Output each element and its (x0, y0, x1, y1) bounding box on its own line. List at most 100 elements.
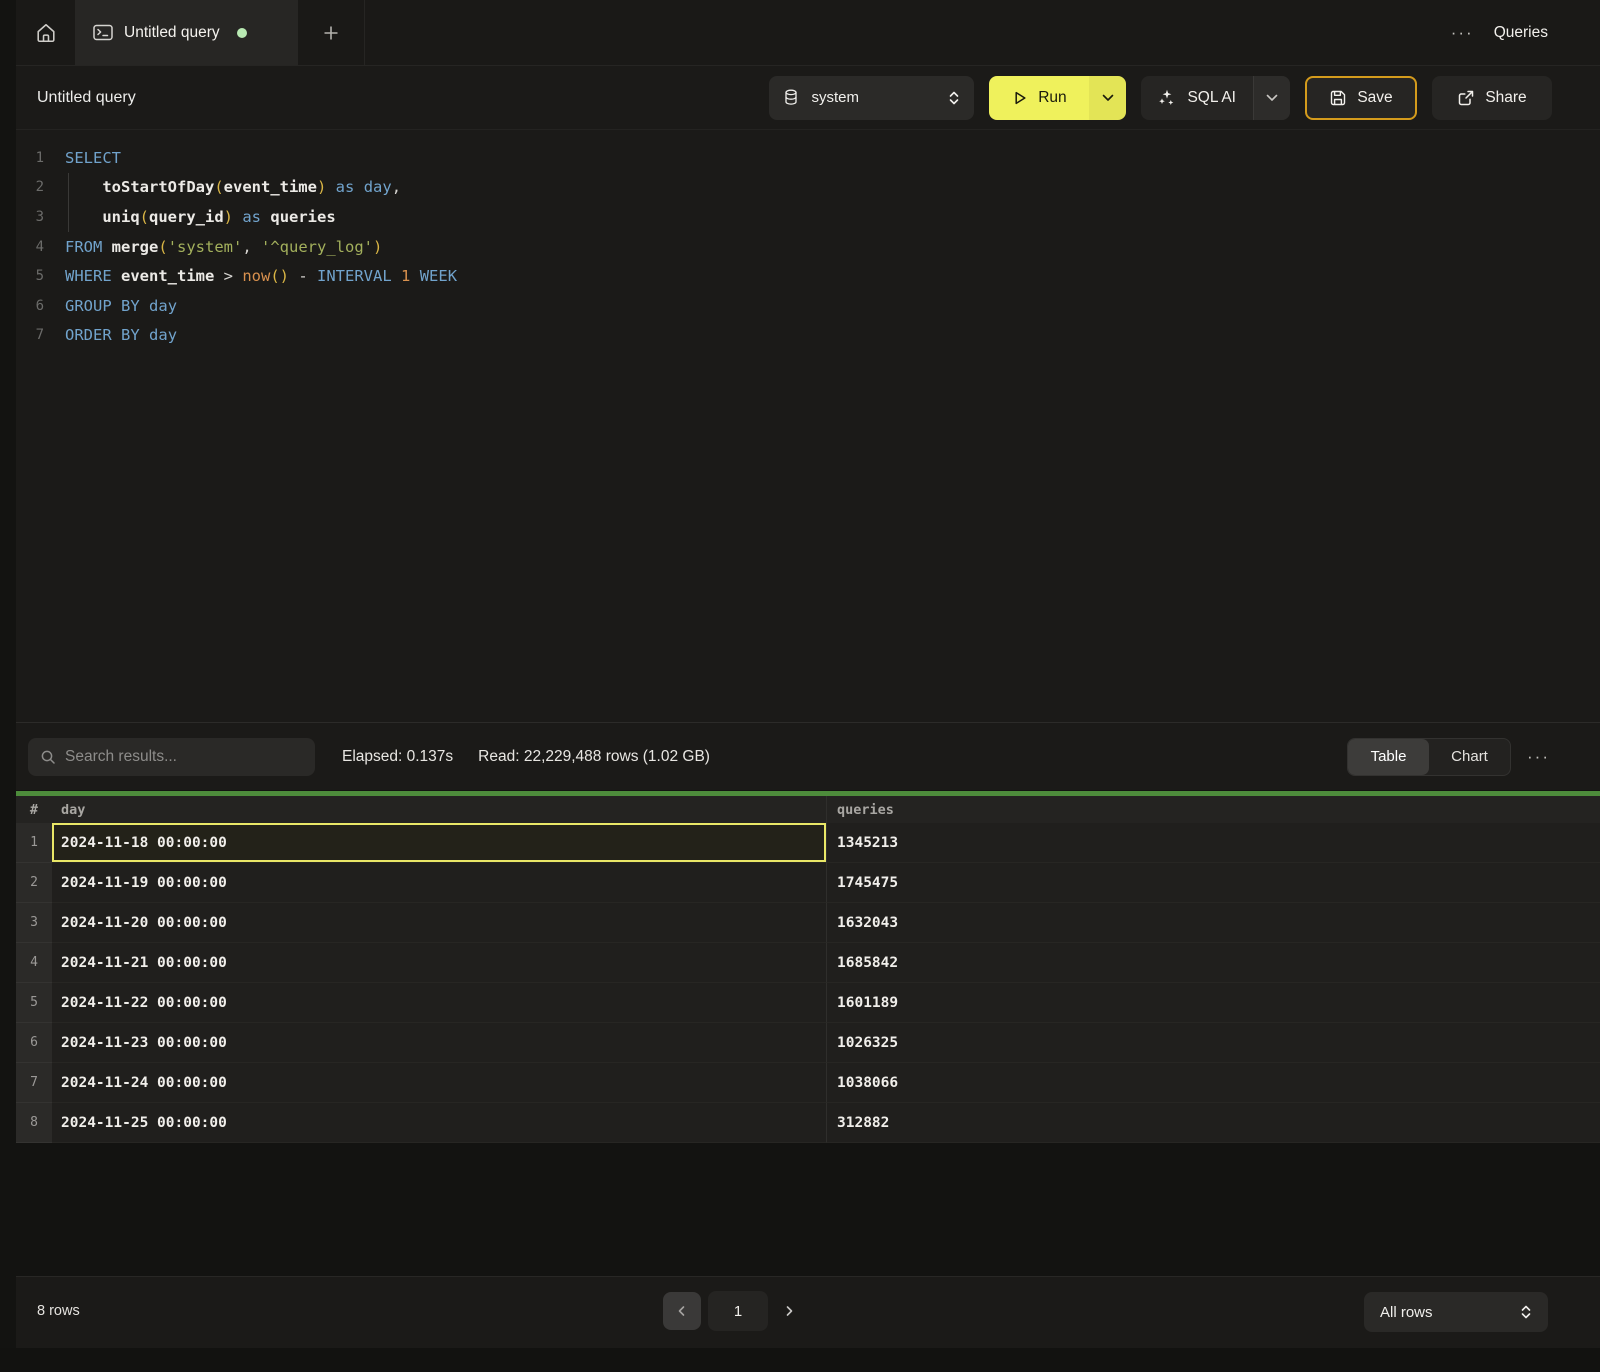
row-number[interactable]: 1 (16, 823, 52, 863)
code-line: 7 ORDER BY day (16, 321, 1600, 351)
sql-console-app: Untitled query ··· Queries Untitled quer… (0, 0, 1600, 1372)
table-row: 1 2024-11-18 00:00:00 1345213 (16, 823, 1600, 863)
sql-editor[interactable]: 1 SELECT 2 toStartOfDay(event_time) as d… (16, 130, 1600, 722)
sql-ai-button-label: SQL AI (1187, 89, 1236, 107)
line-number: 7 (16, 327, 44, 343)
cell-day[interactable]: 2024-11-23 00:00:00 (52, 1023, 826, 1063)
code-token: toStartOfDay (102, 178, 214, 196)
sql-ai-button-group: SQL AI (1141, 76, 1290, 120)
query-title: Untitled query (37, 89, 136, 107)
tab-untitled-query[interactable]: Untitled query (75, 0, 298, 65)
code-token: WEEK (420, 267, 457, 285)
code-token: FROM (65, 238, 102, 256)
table-header: # day queries (16, 796, 1600, 823)
row-number[interactable]: 7 (16, 1063, 52, 1103)
share-button-label: Share (1485, 89, 1526, 107)
share-icon (1457, 89, 1475, 107)
code-token: ( (140, 208, 149, 226)
run-button[interactable]: Run (989, 76, 1089, 120)
cell-queries[interactable]: 1685842 (826, 943, 1600, 983)
toolbar-actions: system Run (769, 76, 1552, 120)
cell-day[interactable]: 2024-11-22 00:00:00 (52, 983, 826, 1023)
code-token (112, 297, 121, 315)
column-header-index[interactable]: # (16, 802, 52, 818)
tab-bar-right: ··· Queries (1451, 0, 1600, 65)
code-token (102, 238, 111, 256)
code-token: > (214, 267, 242, 285)
search-results-input[interactable] (65, 748, 303, 766)
code-text: GROUP BY day (65, 297, 177, 315)
row-number[interactable]: 4 (16, 943, 52, 983)
cell-day[interactable]: 2024-11-24 00:00:00 (52, 1063, 826, 1103)
database-selector[interactable]: system (769, 76, 974, 120)
updown-chevron-icon (948, 90, 960, 106)
current-page-button[interactable]: 1 (708, 1291, 768, 1331)
code-token (354, 178, 363, 196)
row-number[interactable]: 6 (16, 1023, 52, 1063)
page-size-selector[interactable]: All rows (1364, 1292, 1548, 1332)
code-line: 4 FROM merge('system', '^query_log') (16, 232, 1600, 262)
home-button[interactable] (16, 0, 75, 65)
chevron-right-icon (783, 1305, 795, 1317)
play-icon (1012, 90, 1028, 106)
line-number: 5 (16, 268, 44, 284)
cell-queries[interactable]: 1345213 (826, 823, 1600, 863)
cell-day[interactable]: 2024-11-25 00:00:00 (52, 1103, 826, 1143)
code-token: INTERVAL (317, 267, 392, 285)
row-number[interactable]: 8 (16, 1103, 52, 1143)
cell-queries[interactable]: 1038066 (826, 1063, 1600, 1103)
code-token (410, 267, 419, 285)
results-footer: 8 rows 1 All rows (16, 1276, 1600, 1348)
save-button[interactable]: Save (1305, 76, 1417, 120)
row-number[interactable]: 2 (16, 863, 52, 903)
prev-page-button[interactable] (663, 1292, 701, 1330)
code-token: 'system' (168, 238, 243, 256)
column-header-queries[interactable]: queries (826, 796, 1600, 823)
code-token: ( (158, 238, 167, 256)
cell-queries[interactable]: 312882 (826, 1103, 1600, 1143)
code-token: query_id (149, 208, 224, 226)
code-token (392, 267, 401, 285)
view-chart-button[interactable]: Chart (1429, 739, 1510, 775)
code-token: day (149, 326, 177, 344)
row-number[interactable]: 5 (16, 983, 52, 1023)
cell-day[interactable]: 2024-11-21 00:00:00 (52, 943, 826, 983)
cell-queries[interactable]: 1601189 (826, 983, 1600, 1023)
code-token (326, 178, 335, 196)
cell-day[interactable]: 2024-11-20 00:00:00 (52, 903, 826, 943)
search-icon (40, 749, 56, 765)
new-tab-button[interactable] (298, 0, 365, 65)
code-text: toStartOfDay(event_time) as day, (65, 178, 401, 196)
share-button[interactable]: Share (1432, 76, 1552, 120)
code-token: event_time (121, 267, 214, 285)
code-token: ORDER (65, 326, 112, 344)
cell-queries[interactable]: 1026325 (826, 1023, 1600, 1063)
line-number: 2 (16, 179, 44, 195)
indent-guide (68, 173, 69, 232)
code-token: as (242, 208, 261, 226)
sql-ai-button[interactable]: SQL AI (1141, 76, 1253, 120)
code-token (112, 326, 121, 344)
tab-bar-more-button[interactable]: ··· (1451, 24, 1474, 41)
cell-day[interactable]: 2024-11-18 00:00:00 (52, 823, 826, 863)
code-token: 1 (401, 267, 410, 285)
elapsed-stat: Elapsed: 0.137s (342, 748, 453, 766)
column-header-day[interactable]: day (52, 802, 826, 818)
run-options-button[interactable] (1089, 76, 1126, 120)
terminal-icon (93, 24, 113, 41)
results-more-button[interactable]: ··· (1527, 748, 1550, 765)
cell-queries[interactable]: 1745475 (826, 863, 1600, 903)
chevron-down-icon (1266, 94, 1278, 102)
run-button-group: Run (989, 76, 1126, 120)
view-table-button[interactable]: Table (1348, 739, 1429, 775)
sql-ai-options-button[interactable] (1253, 76, 1290, 120)
table-row: 5 2024-11-22 00:00:00 1601189 (16, 983, 1600, 1023)
next-page-button[interactable] (775, 1292, 803, 1330)
code-token (233, 208, 242, 226)
queries-link[interactable]: Queries (1494, 24, 1548, 42)
cell-day[interactable]: 2024-11-19 00:00:00 (52, 863, 826, 903)
cell-queries[interactable]: 1632043 (826, 903, 1600, 943)
save-icon (1329, 89, 1347, 107)
home-icon (35, 22, 57, 44)
row-number[interactable]: 3 (16, 903, 52, 943)
